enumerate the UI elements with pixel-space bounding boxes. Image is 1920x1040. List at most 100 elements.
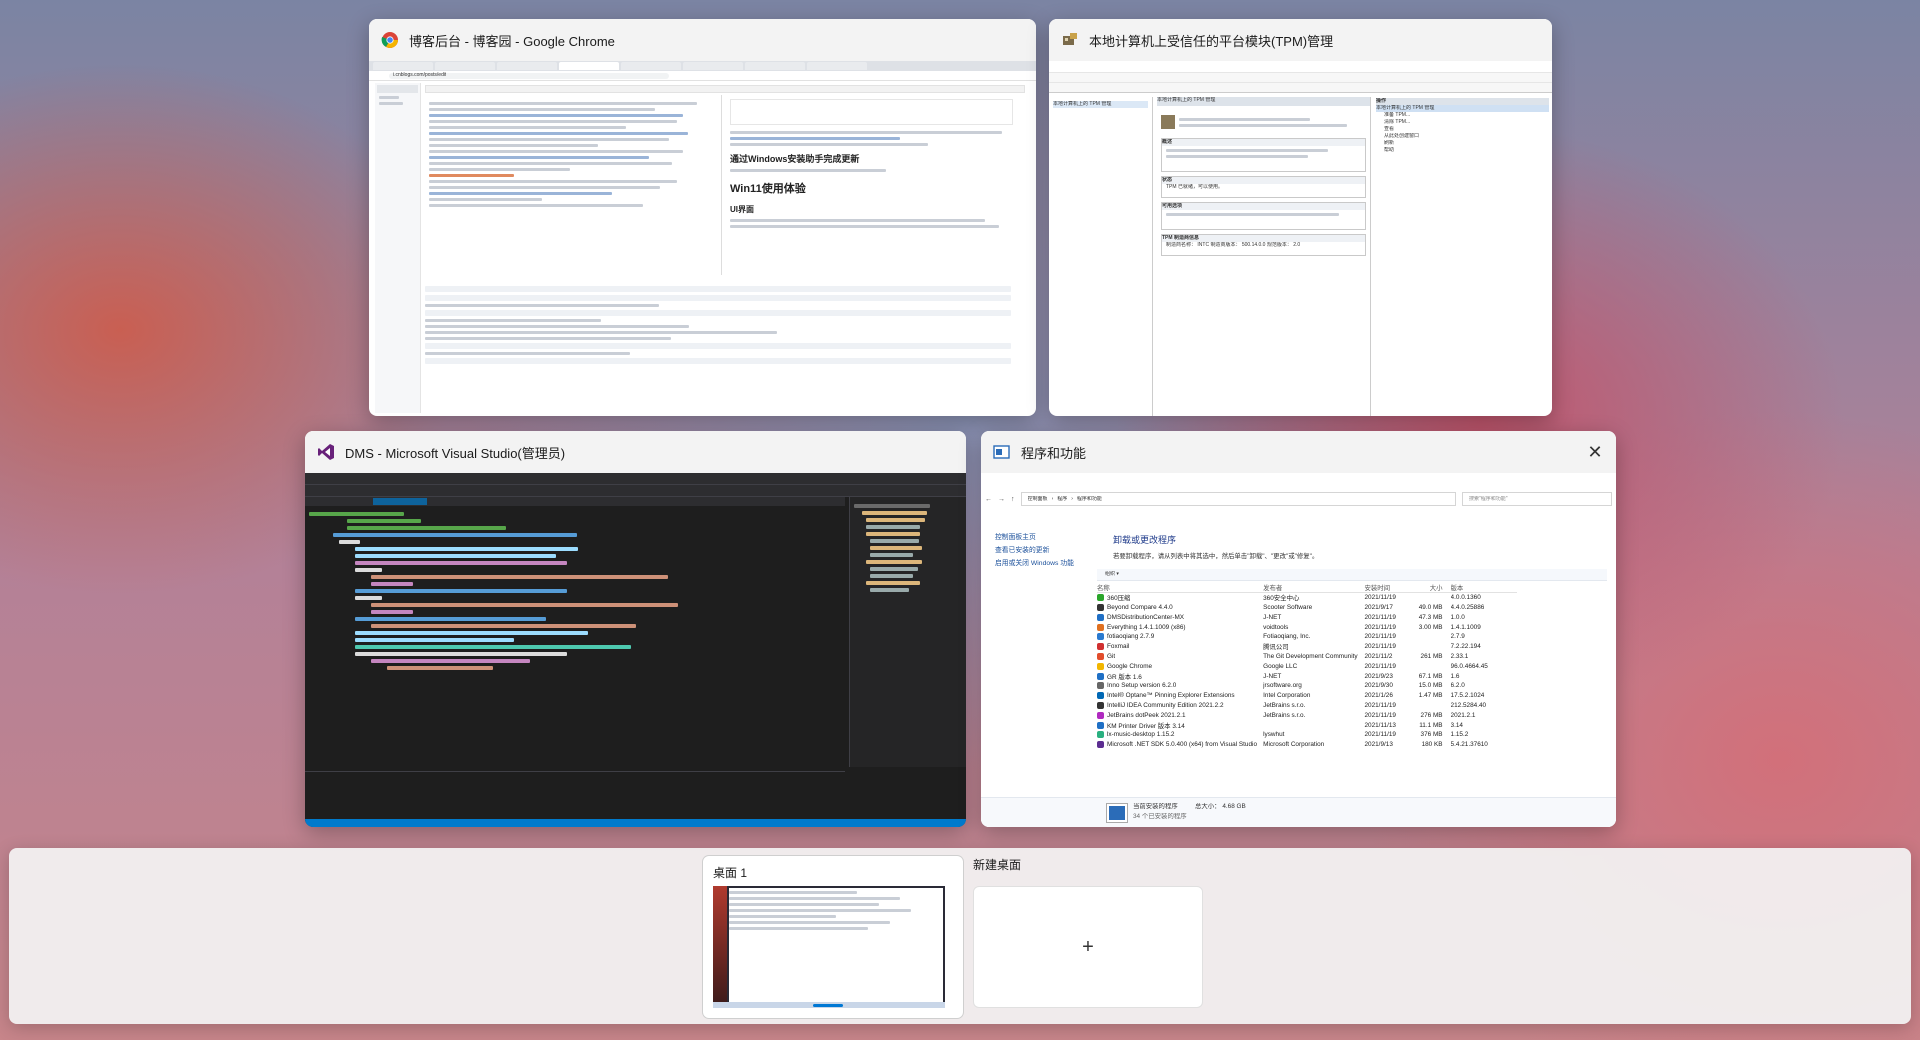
programs-preview: ← → ↑ 控制面板 › 程序 › 程序和功能 搜索"程序和功能" 控制面板主页 查看已安装… (981, 473, 1616, 827)
table-cell: GR 版本 1.6 (1107, 673, 1142, 681)
desktop-1-label: 桌面 1 (713, 866, 748, 880)
table-cell: Everything 1.4.1.1009 (x86) (1107, 623, 1186, 631)
table-cell: 3.14 (1450, 721, 1463, 729)
tpm-window-titlebar[interactable]: 本地计算机上受信任的平台模块(TPM)管理 (1049, 19, 1552, 61)
installed-updates-link[interactable]: 查看已安装的更新 (995, 544, 1079, 557)
chrome-icon (381, 32, 398, 48)
vs-preview (305, 473, 966, 827)
address-bar[interactable]: 控制面板 › 程序 › 程序和功能 (1020, 492, 1456, 506)
page-subtext: 若要卸载程序，请从列表中将其选中，然后单击"卸载"、"更改"或"修复"。 (1113, 553, 1319, 560)
program-icon (1097, 692, 1104, 700)
table-row[interactable]: IntelliJ IDEA Community Edition 2021.2.2… (1097, 701, 1517, 711)
table-row[interactable]: Google Chrome Google LLC 2021/11/19 96.0.46… (1097, 661, 1517, 671)
visual-studio-window[interactable]: DMS - Microsoft Visual Studio(管理员) (305, 431, 966, 827)
organize-button[interactable]: 组织 ▾ (1105, 571, 1119, 578)
table-row[interactable]: lx-music-desktop 1.15.2 lyswhut 2021/11/19… (1097, 730, 1517, 740)
table-row[interactable]: Beyond Compare 4.4.0 Scooter Software 2021… (1097, 603, 1517, 613)
up-arrow-icon[interactable]: ↑ (1011, 496, 1015, 503)
program-icon (1097, 741, 1104, 749)
table-cell: JetBrains s.r.o. (1263, 711, 1306, 719)
window-title: 博客后台 - 博客园 - Google Chrome (409, 33, 615, 49)
vs-window-titlebar[interactable]: DMS - Microsoft Visual Studio(管理员) (305, 431, 966, 473)
table-cell: 2021/11/19 (1364, 643, 1396, 651)
tpm-window[interactable]: 本地计算机上受信任的平台模块(TPM)管理 本地计算机上的 TPM 管理 本地计… (1049, 19, 1552, 416)
table-cell: Fotiaoqiang, Inc. (1263, 633, 1311, 641)
programs-footer-icon (1107, 804, 1127, 822)
table-row[interactable]: JetBrains dotPeek 2021.2.1 JetBrains s.r.… (1097, 710, 1517, 720)
preview-heading-2: Win11使用体验 (730, 183, 806, 195)
table-cell: Inno Setup version 6.2.0 (1107, 682, 1177, 690)
close-icon[interactable]: ✕ (1580, 437, 1610, 467)
desktops-bar: 桌面 1 新建桌面 + (9, 848, 1911, 1024)
forward-arrow-icon[interactable]: → (998, 496, 1005, 503)
table-cell: 6.2.0 (1450, 682, 1465, 690)
new-desktop-button[interactable]: + (973, 886, 1203, 1008)
program-icon (1097, 623, 1104, 631)
table-cell: 96.0.4664.45 (1450, 662, 1488, 670)
table-cell: Intel® Optane™ Pinning Explorer Extensio… (1107, 692, 1235, 700)
table-cell: JetBrains dotPeek 2021.2.1 (1107, 711, 1186, 719)
table-row[interactable]: KM Printer Driver 版本 3.14 2021/11/13 11.1 … (1097, 720, 1517, 730)
table-cell: 2.33.1 (1450, 652, 1469, 660)
table-row[interactable]: Git The Git Development Community 2021/11/… (1097, 652, 1517, 662)
tpm-chip-icon (1063, 33, 1077, 45)
table-cell: Scooter Software (1263, 603, 1313, 611)
table-row[interactable]: Inno Setup version 6.2.0 jrsoftware.org 20… (1097, 681, 1517, 691)
table-cell: 1.47 MB (1418, 692, 1443, 700)
desktop-1-card[interactable]: 桌面 1 (703, 856, 963, 1018)
table-cell: 1.0.0 (1450, 613, 1465, 621)
table-cell: 4.4.0.25886 (1450, 603, 1485, 611)
program-icon (1097, 721, 1104, 729)
chrome-window[interactable]: 博客后台 - 博客园 - Google Chrome i.cnblogs.com… (369, 19, 1036, 416)
table-cell: Microsoft .NET SDK 5.0.400 (x64) from Vi… (1107, 741, 1258, 749)
table-cell: 47.3 MB (1418, 613, 1443, 621)
table-cell: lyswhut (1263, 731, 1285, 739)
back-arrow-icon[interactable]: ← (985, 496, 992, 503)
windows-features-link[interactable]: 启用或关闭 Windows 功能 (995, 557, 1079, 570)
table-cell: 2021/9/30 (1364, 682, 1393, 690)
table-row[interactable]: Microsoft .NET SDK 5.0.400 (x64) from Vi… (1097, 740, 1517, 750)
table-row[interactable]: GR 版本 1.6 J-NET 2021/9/23 67.1 MB 1.6 (1097, 671, 1517, 681)
programs-features-window[interactable]: 程序和功能 ✕ ← → ↑ 控制面板 › 程序 › 程序和功能 搜索"程序和功能" 控制面板… (981, 431, 1616, 827)
tpm-preview: 本地计算机上的 TPM 管理 本地计算机上的 TPM 管理 概述 状态 TPM 已… (1049, 61, 1552, 416)
table-row[interactable]: Everything 1.4.1.1009 (x86) voidtools 2021… (1097, 622, 1517, 632)
table-cell: J-NET (1263, 672, 1282, 680)
table-cell: voidtools (1263, 623, 1289, 631)
programs-window-titlebar[interactable]: 程序和功能 ✕ (981, 431, 1616, 473)
table-cell: 腾讯公司 (1263, 644, 1289, 652)
table-cell: 4.0.0.1360 (1450, 594, 1481, 602)
table-cell: 2021/11/19 (1364, 711, 1396, 719)
program-icon (1097, 672, 1104, 680)
table-cell: 2.7.9 (1450, 633, 1465, 641)
program-icon (1097, 643, 1104, 651)
table-cell: 7.2.22.194 (1450, 643, 1481, 651)
table-row[interactable]: 360压缩 360安全中心 2021/11/19 4.0.0.1360 (1097, 593, 1517, 603)
table-cell: 2021/11/2 (1364, 652, 1393, 660)
table-row[interactable]: DMSDistributionCenter-MX J-NET 2021/11/19 4… (1097, 612, 1517, 622)
table-row[interactable]: Foxmail 腾讯公司 2021/11/19 7.2.22.194 (1097, 642, 1517, 652)
program-icon (1097, 662, 1104, 670)
preview-heading-3: UI界面 (730, 205, 754, 214)
table-cell: 2021/9/23 (1364, 672, 1393, 680)
table-cell: 360压缩 (1107, 595, 1131, 603)
table-cell: 2021/11/19 (1364, 701, 1396, 709)
table-cell: Google LLC (1263, 662, 1298, 670)
table-cell: 1.4.1.1009 (1450, 623, 1481, 631)
table-cell: 2021/11/19 (1364, 623, 1396, 631)
table-row[interactable]: Intel® Optane™ Pinning Explorer Extensio… (1097, 691, 1517, 701)
table-cell: 15.0 MB (1418, 682, 1443, 690)
program-icon (1097, 594, 1104, 602)
search-input[interactable]: 搜索"程序和功能" (1462, 492, 1612, 506)
table-cell: Intel Corporation (1263, 692, 1311, 700)
table-cell: 2021/9/13 (1364, 741, 1393, 749)
table-cell: 1.15.2 (1450, 731, 1469, 739)
program-icon (1097, 633, 1104, 641)
chrome-window-titlebar[interactable]: 博客后台 - 博客园 - Google Chrome (369, 19, 1036, 61)
program-icon (1097, 613, 1104, 621)
table-cell: 67.1 MB (1418, 672, 1443, 680)
table-cell: 2021/11/19 (1364, 731, 1396, 739)
control-panel-home-link[interactable]: 控制面板主页 (995, 531, 1079, 544)
chrome-tabstrip (369, 61, 1036, 71)
chrome-preview: i.cnblogs.com/posts/edit 通过Windows安装助手完成… (369, 61, 1036, 416)
table-row[interactable]: fotiaoqiang 2.7.9 Fotiaoqiang, Inc. 2021/1… (1097, 632, 1517, 642)
